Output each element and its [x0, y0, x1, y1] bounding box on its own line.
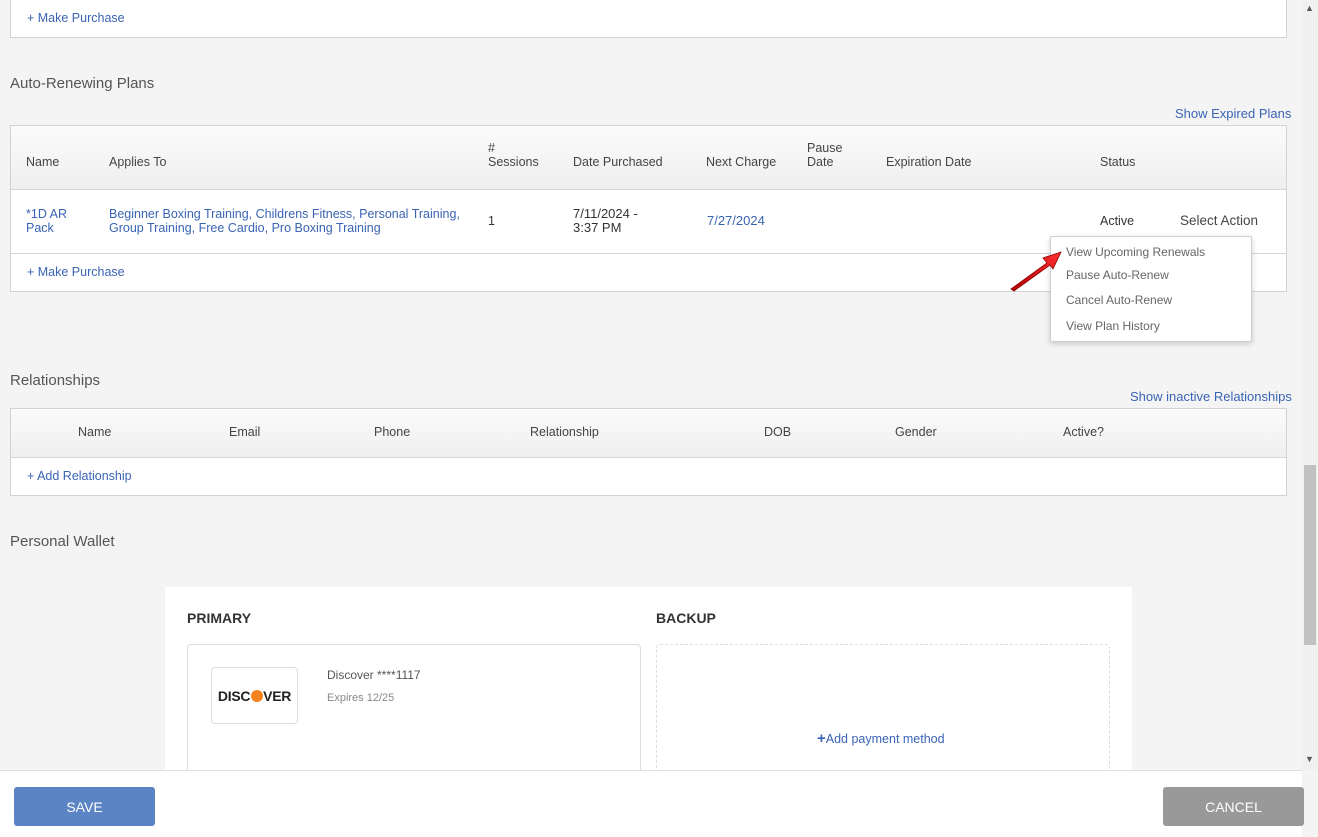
primary-card[interactable]: DISC VER Discover ****1117 Expires 12/25 [187, 644, 641, 784]
date-purchased-2: 3:37 PM [573, 220, 622, 235]
backup-slot: +Add payment method [656, 644, 1110, 784]
col-pause-date: Date [807, 155, 834, 169]
add-payment-method-button[interactable]: +Add payment method [817, 730, 945, 747]
col-date-purchased: Date Purchased [573, 155, 663, 169]
col-applies-to: Applies To [109, 155, 167, 169]
col-rel-phone: Phone [374, 425, 411, 439]
col-sessions: Sessions [488, 155, 539, 169]
cancel-button[interactable]: CANCEL [1163, 787, 1304, 826]
col-name: Name [26, 155, 60, 169]
col-next-charge: Next Charge [706, 155, 777, 169]
primary-heading: PRIMARY [187, 610, 252, 626]
show-inactive-relationships-link[interactable]: Show inactive Relationships [1130, 389, 1292, 404]
page-scrollbar[interactable]: ▲ ▼ [1302, 0, 1318, 770]
menu-item-view-plan-history[interactable]: View Plan History [1066, 319, 1160, 333]
next-charge-link[interactable]: 7/27/2024 [707, 214, 765, 228]
col-sessions-hash: # [488, 141, 495, 155]
relationships-table-header: Name Email Phone Relationship DOB Gender… [11, 409, 1286, 458]
menu-item-pause-auto-renew[interactable]: Pause Auto-Renew [1066, 268, 1169, 282]
scroll-thumb[interactable] [1304, 465, 1316, 645]
date-purchased-1: 7/11/2024 - [573, 206, 638, 221]
applies-to-link-1[interactable]: Beginner Boxing Training, Childrens Fitn… [109, 207, 460, 221]
make-purchase-link-top[interactable]: + Make Purchase [27, 11, 125, 25]
card-expires: Expires 12/25 [327, 692, 395, 704]
auto-renew-table-header: Name Applies To # Sessions Date Purchase… [11, 126, 1286, 190]
plan-name-link-2[interactable]: Pack [26, 221, 54, 235]
plan-name-link-1[interactable]: *1D AR [26, 207, 67, 221]
add-relationship-link[interactable]: + Add Relationship [27, 469, 132, 483]
menu-item-view-upcoming-renewals[interactable]: View Upcoming Renewals [1066, 245, 1205, 259]
discover-dot-icon [250, 689, 263, 702]
select-action-dropdown[interactable]: Select Action [1180, 214, 1258, 228]
card-name: Discover ****1117 [327, 668, 421, 682]
col-rel-relationship: Relationship [530, 425, 599, 439]
col-rel-gender: Gender [895, 425, 937, 439]
scroll-up-icon[interactable]: ▲ [1305, 3, 1314, 13]
relationships-table: Name Email Phone Relationship DOB Gender… [10, 408, 1287, 496]
col-status: Status [1100, 155, 1136, 169]
scroll-down-icon[interactable]: ▼ [1305, 754, 1314, 764]
save-button[interactable]: SAVE [14, 787, 155, 826]
col-rel-active: Active? [1063, 425, 1104, 439]
auto-renew-title: Auto-Renewing Plans [10, 75, 155, 92]
footer-bar: SAVE CANCEL [0, 770, 1304, 837]
menu-item-cancel-auto-renew[interactable]: Cancel Auto-Renew [1066, 293, 1172, 307]
wallet-title: Personal Wallet [10, 533, 115, 550]
purchases-panel: + Make Purchase [10, 0, 1287, 38]
wallet-panel: PRIMARY BACKUP DISC VER Discover ****1117… [165, 587, 1132, 787]
relationships-title: Relationships [10, 372, 101, 389]
red-arrow-icon [1010, 251, 1062, 292]
plus-icon: + [817, 730, 826, 747]
col-rel-email: Email [229, 425, 261, 439]
discover-logo: DISC VER [211, 667, 298, 724]
backup-heading: BACKUP [656, 610, 716, 626]
col-rel-dob: DOB [764, 425, 792, 439]
col-expiration-date: Expiration Date [886, 155, 972, 169]
select-action-menu: View Upcoming Renewals Pause Auto-Renew … [1050, 236, 1252, 342]
applies-to-link-2[interactable]: Group Training, Free Cardio, Pro Boxing … [109, 221, 381, 235]
col-pause: Pause [807, 141, 843, 155]
make-purchase-link[interactable]: + Make Purchase [27, 265, 125, 279]
sessions-value: 1 [488, 214, 495, 228]
status-value: Active [1100, 214, 1135, 228]
col-rel-name: Name [78, 425, 112, 439]
show-expired-plans-link[interactable]: Show Expired Plans [1175, 106, 1291, 121]
